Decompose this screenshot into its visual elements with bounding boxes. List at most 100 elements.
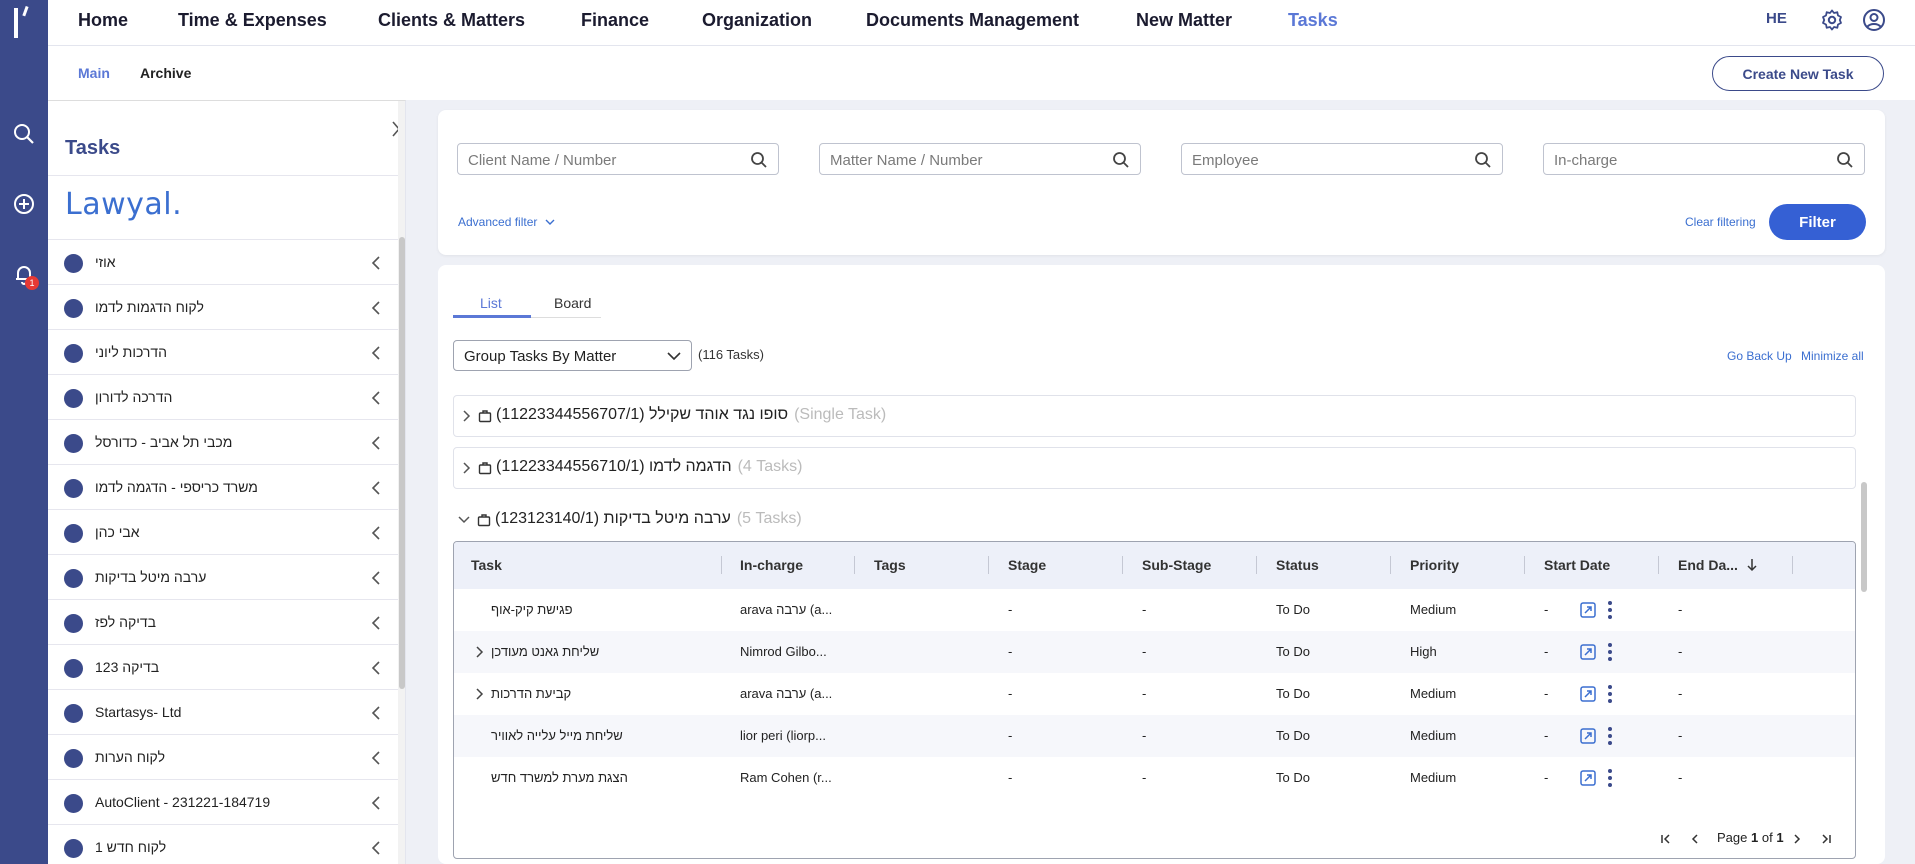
sort-arrow-down-icon[interactable] [1746, 558, 1758, 572]
chevron-left-icon[interactable] [370, 479, 382, 497]
search-icon[interactable] [750, 151, 768, 169]
previous-page-icon[interactable] [1688, 832, 1702, 846]
sidebar-client-item[interactable]: מכבי תל אביב - כדורסל [48, 419, 398, 464]
open-task-icon[interactable] [1579, 727, 1597, 745]
column-end-date[interactable]: End Da... [1678, 557, 1738, 573]
minimize-all-link[interactable]: Minimize all [1801, 349, 1864, 363]
app-logo-icon[interactable] [12, 6, 32, 40]
sidebar-client-item[interactable]: לקוח חדש 1 [48, 824, 398, 864]
chevron-left-icon[interactable] [370, 434, 382, 452]
table-row[interactable]: קביעת הדרכות arava ערבה (a... - - To Do Mediu… [454, 673, 1855, 715]
chevron-left-icon[interactable] [370, 614, 382, 632]
group-by-select[interactable]: Group Tasks By Matter [453, 340, 692, 371]
chevron-left-icon[interactable] [370, 254, 382, 272]
matter-group-row[interactable]: סופו נגד אוהד שקילל (11223344556707/1) (S… [453, 395, 1856, 437]
search-icon[interactable] [1474, 151, 1492, 169]
open-task-icon[interactable] [1579, 601, 1597, 619]
sidebar-client-item[interactable]: לקוח הערות [48, 734, 398, 779]
more-vertical-icon[interactable] [1607, 600, 1613, 620]
more-vertical-icon[interactable] [1607, 642, 1613, 662]
chevron-left-icon[interactable] [370, 299, 382, 317]
table-row[interactable]: שליחת מייל עלייה לאוויר lior peri (liorp.… [454, 715, 1855, 757]
sidebar-client-item[interactable]: אוזי [48, 239, 398, 284]
nav-documents-management[interactable]: Documents Management [866, 0, 1079, 40]
tasks-scroll-thumb[interactable] [1861, 482, 1867, 592]
client-search-input[interactable] [468, 150, 738, 170]
incharge-search-input[interactable] [1554, 150, 1824, 170]
cell-task[interactable]: שליחת מייל עלייה לאוויר [491, 728, 623, 743]
chevron-left-icon[interactable] [370, 749, 382, 767]
open-task-icon[interactable] [1579, 643, 1597, 661]
nav-tasks[interactable]: Tasks [1288, 0, 1338, 40]
search-icon[interactable] [10, 120, 38, 148]
sidebar-client-item[interactable]: Startasys- Ltd [48, 689, 398, 734]
more-vertical-icon[interactable] [1607, 684, 1613, 704]
chevron-down-icon[interactable] [457, 514, 471, 526]
sidebar-client-item[interactable]: הדרכות ליוני [48, 329, 398, 374]
chevron-left-icon[interactable] [370, 344, 382, 362]
search-icon[interactable] [1836, 151, 1854, 169]
sidebar-client-item[interactable]: AutoClient - 231221-184719 [48, 779, 398, 824]
cell-task[interactable]: הצגת מערת למשרד חדש [491, 770, 628, 785]
chevron-left-icon[interactable] [370, 659, 382, 677]
sidebar-client-item[interactable]: הדרכה לדורון [48, 374, 398, 419]
chevron-left-icon[interactable] [370, 704, 382, 722]
nav-organization[interactable]: Organization [702, 0, 812, 40]
nav-time-expenses[interactable]: Time & Expenses [178, 0, 327, 40]
chevron-left-icon[interactable] [370, 524, 382, 542]
language-switch[interactable]: HE [1766, 10, 1787, 27]
sidebar-scroll-thumb[interactable] [399, 237, 405, 689]
client-search-field[interactable] [457, 143, 779, 175]
column-incharge[interactable]: In-charge [740, 557, 803, 573]
matter-search-field[interactable] [819, 143, 1141, 175]
table-row[interactable]: הצגת מערת למשרד חדש Ram Cohen (r... - - To D… [454, 757, 1855, 799]
sidebar-client-item[interactable]: בדיקה לפז [48, 599, 398, 644]
create-new-task-button[interactable]: Create New Task [1712, 56, 1884, 91]
sidebar-client-item[interactable]: אבי כהן [48, 509, 398, 554]
column-priority[interactable]: Priority [1410, 557, 1459, 573]
user-account-icon[interactable] [1862, 8, 1886, 32]
matter-search-input[interactable] [830, 150, 1100, 170]
chevron-right-icon[interactable] [460, 409, 472, 423]
matter-group-row[interactable]: הדגמה לדמו (11223344556710/1) (4 Tasks) [453, 447, 1856, 489]
chevron-left-icon[interactable] [370, 569, 382, 587]
open-task-icon[interactable] [1579, 769, 1597, 787]
table-row[interactable]: שליחת גאנט מעודכן Nimrod Gilbo... - - To Do H… [454, 631, 1855, 673]
nav-new-matter[interactable]: New Matter [1136, 0, 1232, 40]
column-tags[interactable]: Tags [874, 557, 906, 573]
more-vertical-icon[interactable] [1607, 768, 1613, 788]
chevron-left-icon[interactable] [370, 794, 382, 812]
chevron-left-icon[interactable] [370, 839, 382, 857]
tab-list[interactable]: List [480, 295, 502, 311]
sidebar-client-item[interactable]: משרד כריספי - הדגמה לדמו [48, 464, 398, 509]
next-page-icon[interactable] [1790, 832, 1804, 846]
gear-icon[interactable] [1820, 8, 1844, 32]
sidebar-client-item[interactable]: לקוח הדגמות לדמו [48, 284, 398, 329]
matter-group-header-expanded[interactable]: ערבה מיטל בדיקות (123123140/1) (5 Tasks) [453, 505, 1856, 535]
chevron-right-icon[interactable] [460, 461, 472, 475]
add-circle-icon[interactable] [10, 190, 38, 218]
last-page-icon[interactable] [1819, 832, 1833, 846]
column-status[interactable]: Status [1276, 557, 1319, 573]
cell-task[interactable]: קביעת הדרכות [491, 686, 571, 701]
more-vertical-icon[interactable] [1607, 726, 1613, 746]
nav-home[interactable]: Home [78, 0, 128, 40]
tab-main[interactable]: Main [78, 65, 110, 81]
sidebar-client-item[interactable]: ערבה מיטל בדיקות [48, 554, 398, 599]
employee-search-field[interactable] [1181, 143, 1503, 175]
column-stage[interactable]: Stage [1008, 557, 1046, 573]
incharge-search-field[interactable] [1543, 143, 1865, 175]
filter-button[interactable]: Filter [1769, 204, 1866, 240]
open-task-icon[interactable] [1579, 685, 1597, 703]
advanced-filter-toggle[interactable]: Advanced filter [458, 215, 556, 229]
search-icon[interactable] [1112, 151, 1130, 169]
chevron-right-icon[interactable] [474, 687, 484, 701]
column-task[interactable]: Task [471, 557, 502, 573]
column-start-date[interactable]: Start Date [1544, 557, 1610, 573]
column-substage[interactable]: Sub-Stage [1142, 557, 1211, 573]
tab-board[interactable]: Board [554, 295, 591, 311]
cell-task[interactable]: שליחת גאנט מעודכן [491, 644, 599, 659]
chevron-left-icon[interactable] [370, 389, 382, 407]
nav-clients-matters[interactable]: Clients & Matters [378, 0, 525, 40]
sidebar-client-item[interactable]: בדיקה 123 [48, 644, 398, 689]
